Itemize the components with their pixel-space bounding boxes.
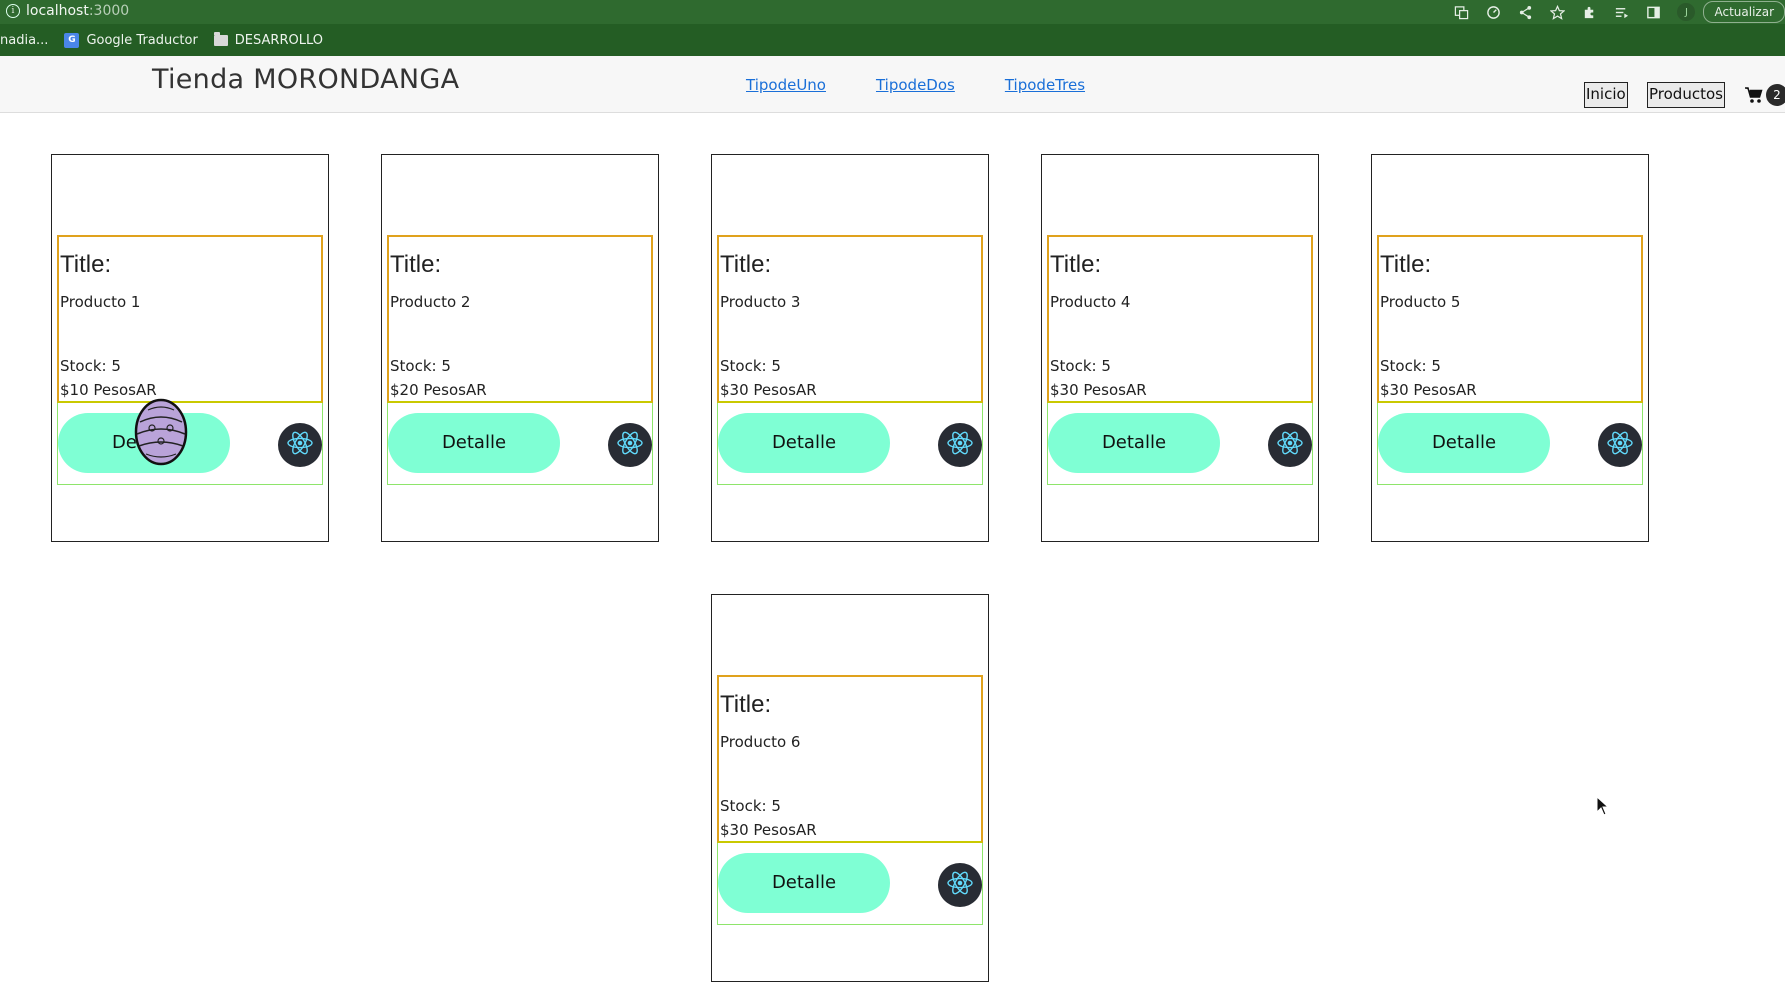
product-info: Title: Producto 4 Stock: 5 $30 PesosAR [1047, 235, 1313, 403]
product-name: Producto 1 [60, 293, 141, 311]
product-price: $30 PesosAR [1050, 381, 1147, 399]
product-name: Producto 6 [720, 733, 801, 751]
react-logo-icon [285, 428, 315, 462]
cart-count-badge: 2 [1766, 84, 1785, 106]
cart-widget[interactable]: 2 [1744, 84, 1785, 106]
bookmark-star-icon[interactable] [1541, 0, 1573, 24]
product-price: $30 PesosAR [720, 381, 817, 399]
address-bar[interactable]: i localhost:3000 [6, 3, 129, 19]
react-logo-icon [1275, 428, 1305, 462]
bookmark-label: DESARROLLO [234, 32, 323, 48]
product-actions: Detalle [57, 403, 323, 485]
product-stock: Stock: 5 [720, 357, 781, 375]
product-actions: Detalle [1047, 403, 1313, 485]
react-button[interactable] [938, 423, 982, 467]
react-button[interactable] [1598, 423, 1642, 467]
title-label: Title: [60, 251, 112, 278]
title-label: Title: [720, 691, 772, 718]
bookmarks-bar: nadia... G Google Traductor DESARROLLO [0, 24, 1785, 56]
product-info: Title: Producto 6 Stock: 5 $30 PesosAR [717, 675, 983, 843]
product-stock: Stock: 5 [1050, 357, 1111, 375]
product-card: Title: Producto 3 Stock: 5 $30 PesosAR Detal… [711, 154, 989, 542]
share-icon[interactable] [1509, 0, 1541, 24]
product-card: Title: Producto 2 Stock: 5 $20 PesosAR Detal… [381, 154, 659, 542]
react-button[interactable] [938, 863, 982, 907]
product-actions: Detalle [387, 403, 653, 485]
browser-toolbar: i localhost:3000 J Actualizar [0, 0, 1785, 24]
react-logo-icon [945, 428, 975, 462]
performance-icon[interactable] [1477, 0, 1509, 24]
reading-list-icon[interactable] [1605, 0, 1637, 24]
product-stock: Stock: 5 [1380, 357, 1441, 375]
react-button[interactable] [1268, 423, 1312, 467]
update-button[interactable]: Actualizar [1703, 1, 1785, 23]
react-button[interactable] [278, 423, 322, 467]
react-logo-icon [615, 428, 645, 462]
product-name: Producto 4 [1050, 293, 1131, 311]
product-stock: Stock: 5 [60, 357, 121, 375]
brand-title[interactable]: Tienda MORONDANGA [152, 64, 459, 95]
product-card: Title: Producto 5 Stock: 5 $30 PesosAR Detal… [1371, 154, 1649, 542]
side-panel-icon[interactable] [1637, 0, 1669, 24]
title-label: Title: [1380, 251, 1432, 278]
folder-icon [213, 31, 228, 46]
nav-link-tipodeuno[interactable]: TipodeUno [746, 76, 826, 94]
decorated-egg-image [134, 398, 188, 466]
extensions-icon[interactable] [1573, 0, 1605, 24]
bookmark-item-desarrollo[interactable]: DESARROLLO [213, 31, 323, 48]
product-name: Producto 2 [390, 293, 471, 311]
nav-link-tipodetres[interactable]: TipodeTres [1005, 76, 1085, 94]
detalle-button[interactable]: Detalle [388, 413, 560, 473]
product-info: Title: Producto 2 Stock: 5 $20 PesosAR [387, 235, 653, 403]
product-stock: Stock: 5 [390, 357, 451, 375]
product-name: Producto 3 [720, 293, 801, 311]
product-price: $30 PesosAR [720, 821, 817, 839]
product-stock: Stock: 5 [720, 797, 781, 815]
detalle-button[interactable]: Detalle [718, 413, 890, 473]
bookmark-item-nadia[interactable]: nadia... [0, 33, 48, 48]
title-label: Title: [390, 251, 442, 278]
react-logo-icon [945, 868, 975, 902]
product-actions: Detalle [1377, 403, 1643, 485]
title-label: Title: [720, 251, 772, 278]
product-price: $20 PesosAR [390, 381, 487, 399]
product-info: Title: Producto 3 Stock: 5 $30 PesosAR [717, 235, 983, 403]
product-actions: Detalle [717, 843, 983, 925]
product-card: Title: Producto 4 Stock: 5 $30 PesosAR Detal… [1041, 154, 1319, 542]
inicio-button[interactable]: Inicio [1584, 82, 1628, 108]
translate-icon[interactable] [1445, 0, 1477, 24]
address-host: localhost [26, 3, 89, 19]
bookmark-label: Google Traductor [86, 32, 198, 48]
cart-icon [1745, 87, 1763, 103]
mouse-pointer-icon [1596, 796, 1610, 816]
nav-link-tipodedos[interactable]: TipodeDos [876, 76, 955, 94]
site-navbar: Tienda MORONDANGA TipodeUno TipodeDos Ti… [0, 56, 1785, 113]
product-actions: Detalle [717, 403, 983, 485]
product-card: Title:Producto 1Stock: 5$10 PesosARDetal… [51, 154, 329, 542]
product-price: $30 PesosAR [1380, 381, 1477, 399]
google-translate-icon: G [64, 32, 80, 48]
product-card: Title: Producto 6 Stock: 5 $30 PesosAR Detal… [711, 594, 989, 982]
product-info: Title: Producto 1 Stock: 5 $10 PesosAR [57, 235, 323, 403]
browser-actions: J Actualizar [1445, 0, 1785, 24]
profile-avatar[interactable]: J [1677, 3, 1696, 21]
detalle-button[interactable]: Detalle [718, 853, 890, 913]
address-port: :3000 [88, 3, 130, 19]
detalle-button[interactable]: Detalle [1378, 413, 1550, 473]
detalle-button[interactable]: Detalle [1048, 413, 1220, 473]
product-info: Title: Producto 5 Stock: 5 $30 PesosAR [1377, 235, 1643, 403]
react-logo-icon [1605, 428, 1635, 462]
react-button[interactable] [608, 423, 652, 467]
productos-button[interactable]: Productos [1647, 82, 1725, 108]
site-info-icon[interactable]: i [6, 4, 20, 18]
title-label: Title: [1050, 251, 1102, 278]
product-name: Producto 5 [1380, 293, 1461, 311]
category-links: TipodeUno TipodeDos TipodeTres [746, 76, 1085, 94]
bookmark-item-google-translate[interactable]: G Google Traductor [64, 32, 198, 48]
bookmark-label: nadia... [0, 32, 49, 48]
